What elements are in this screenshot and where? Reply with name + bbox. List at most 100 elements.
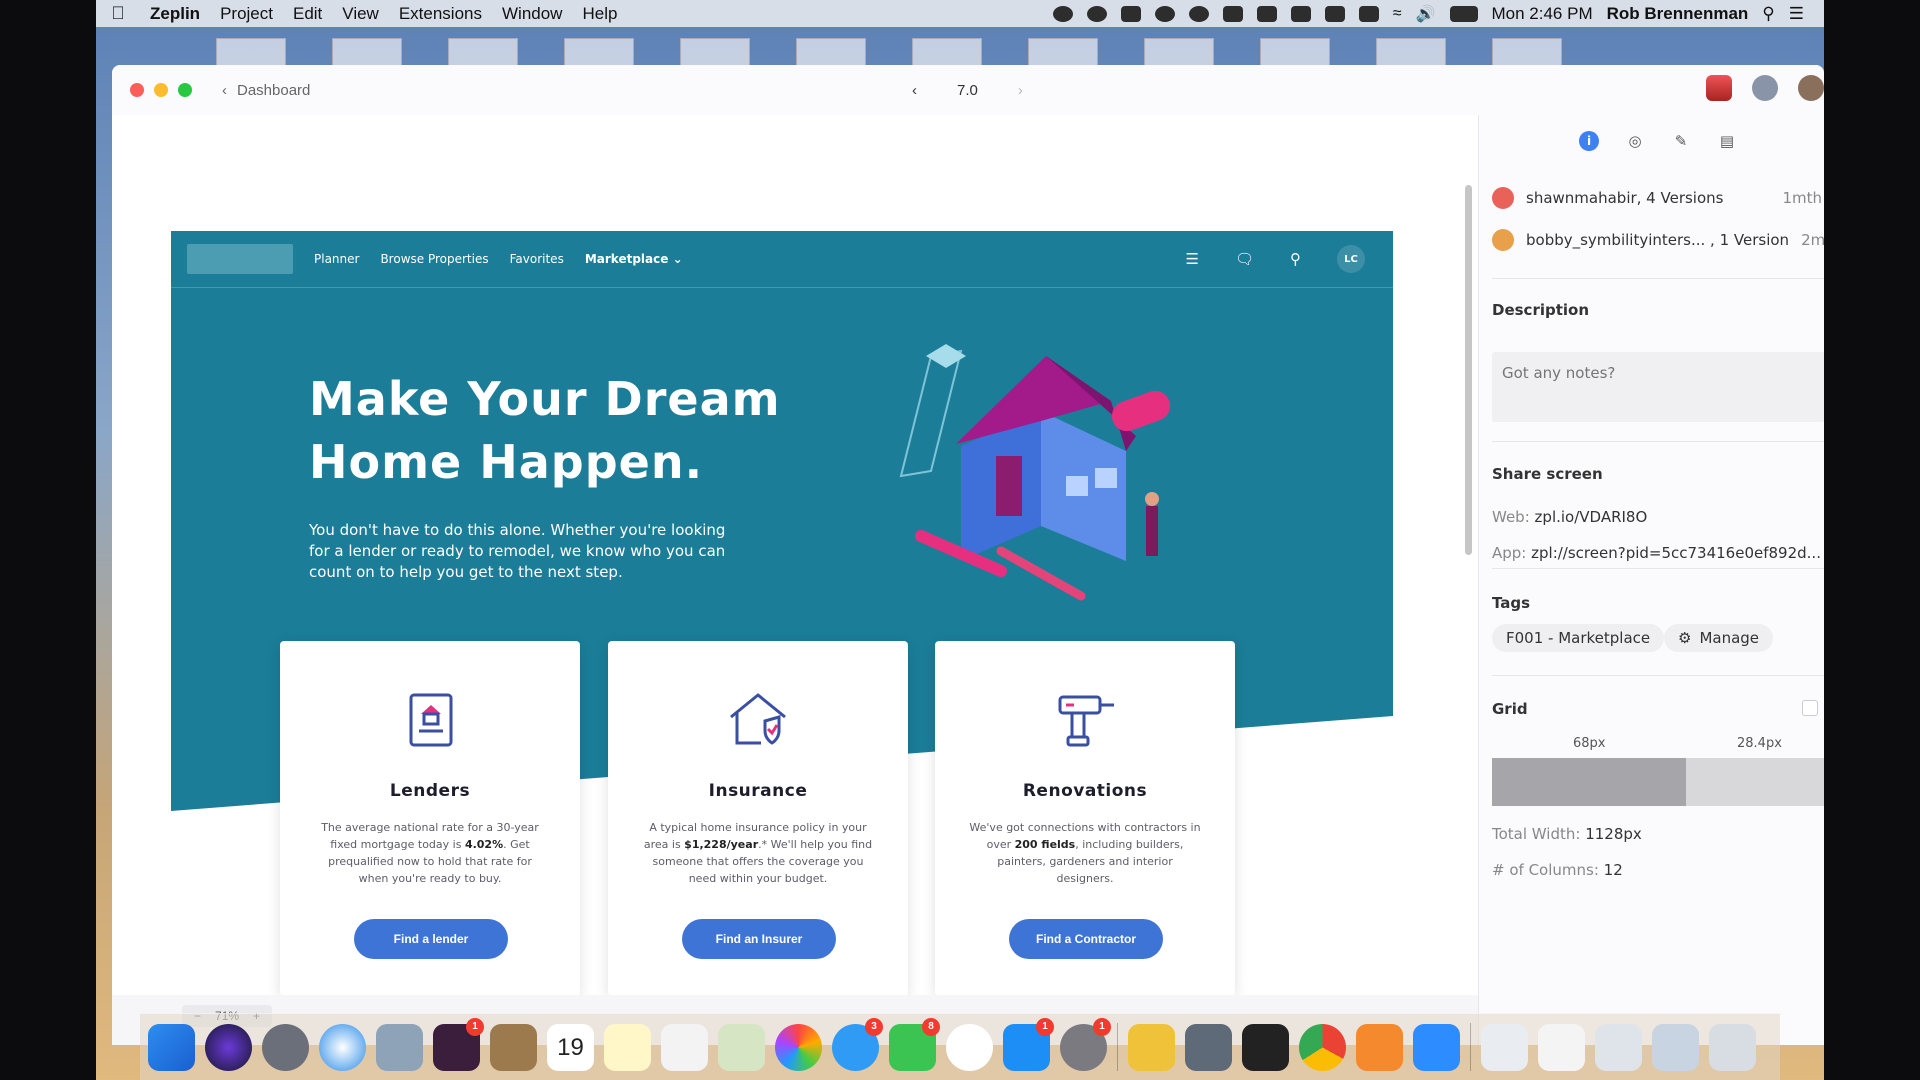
version-row[interactable]: bobby_symbilityinters... , 1 Version 2mt… (1492, 229, 1824, 251)
menu-help[interactable]: Help (572, 4, 627, 24)
reminders-icon[interactable] (661, 1023, 708, 1071)
thumbnail (1260, 38, 1330, 68)
share-web-link[interactable]: zpl.io/VDARI8O (1535, 508, 1648, 526)
previous-version-button[interactable]: ‹ (912, 82, 917, 99)
card-insurance: Insurance A typical home insurance polic… (608, 641, 908, 996)
user-name[interactable]: Rob Brennenman (1607, 4, 1749, 24)
share-web-row[interactable]: Web: zpl.io/VDARI8O (1492, 508, 1824, 526)
zeplin-app-icon[interactable] (1356, 1023, 1403, 1071)
finder-icon[interactable] (148, 1023, 195, 1071)
app-store-icon[interactable]: 1 (1003, 1017, 1054, 1071)
activity-icon[interactable] (1752, 75, 1778, 101)
menu-edit[interactable]: Edit (283, 4, 332, 24)
volume-icon[interactable]: 🔊 (1416, 4, 1436, 24)
canvas-scrollbar[interactable] (1465, 185, 1472, 555)
zoom-icon[interactable] (1413, 1023, 1460, 1071)
notes-app-icon[interactable] (604, 1023, 651, 1071)
safari-icon[interactable] (319, 1023, 366, 1071)
list-icon[interactable]: ☰ (1186, 250, 1199, 268)
zoom-window-button[interactable] (178, 83, 192, 97)
trash-icon[interactable] (1709, 1023, 1756, 1071)
night-shift-icon[interactable] (1086, 5, 1107, 22)
find-insurer-button[interactable]: Find an Insurer (682, 919, 836, 959)
styleguide-icon[interactable]: ◎ (1625, 131, 1645, 151)
notification-center-icon[interactable]: ☰ (1789, 4, 1804, 24)
avatar[interactable]: LC (1337, 245, 1365, 273)
columns-value: 12 (1603, 861, 1623, 879)
info-icon[interactable]: i (1579, 131, 1599, 151)
clock[interactable]: Mon 2:46 PM (1492, 4, 1593, 24)
nav-marketplace[interactable]: Marketplace ⌄ (585, 252, 683, 266)
messages-icon[interactable]: 3 (832, 1017, 883, 1071)
downloads-stack-icon[interactable] (1481, 1023, 1528, 1071)
figma-icon[interactable] (1185, 1023, 1232, 1071)
tag-chip[interactable]: F001 - Marketplace (1492, 624, 1665, 652)
share-app-row[interactable]: App: zpl://screen?pid=5cc73416e0ef892d..… (1492, 544, 1824, 562)
breadcrumb[interactable]: ‹ Dashboard (222, 82, 310, 99)
calendar-icon[interactable]: 19 (547, 1023, 594, 1071)
close-window-button[interactable] (130, 83, 144, 97)
find-contractor-button[interactable]: Find a Contractor (1009, 919, 1163, 959)
puzzle-icon[interactable] (1222, 5, 1243, 22)
notifications-icon[interactable] (1706, 75, 1732, 101)
siri-icon[interactable] (205, 1023, 252, 1071)
sketch-icon[interactable] (1128, 1023, 1175, 1071)
menu-view[interactable]: View (332, 4, 389, 24)
documents-stack-icon[interactable] (1538, 1023, 1585, 1071)
menu-window[interactable]: Window (492, 4, 572, 24)
keyboard-icon[interactable] (1358, 5, 1379, 22)
minimize-window-button[interactable] (154, 83, 168, 97)
airplay-icon[interactable] (1324, 5, 1345, 22)
breadcrumb-dashboard[interactable]: Dashboard (237, 82, 310, 99)
nav-favorites[interactable]: Favorites (510, 252, 564, 266)
preview-icon[interactable] (376, 1023, 423, 1071)
battery-icon[interactable] (1449, 5, 1478, 22)
dropbox-icon[interactable] (1120, 5, 1141, 22)
terminal-icon[interactable] (1242, 1023, 1289, 1071)
maps-icon[interactable] (718, 1023, 765, 1071)
manage-tags-button[interactable]: ⚙ Manage (1664, 624, 1774, 652)
artboard-marketplace[interactable]: Planner Browse Properties Favorites Mark… (171, 231, 1393, 1031)
creative-cloud-icon[interactable] (1154, 5, 1175, 22)
notes-field[interactable] (1492, 352, 1824, 422)
next-version-button[interactable]: › (1018, 82, 1023, 99)
slack-icon[interactable]: 1 (433, 1017, 484, 1071)
photos-icon[interactable] (775, 1023, 822, 1071)
folder-stack-icon[interactable] (1652, 1023, 1699, 1071)
comments-icon[interactable]: ▤ (1717, 131, 1737, 151)
design-canvas[interactable]: Planner Browse Properties Favorites Mark… (112, 115, 1478, 1045)
tags-title: Tags (1492, 594, 1531, 612)
facetime-icon[interactable]: 8 (889, 1017, 940, 1071)
nav-browse-properties[interactable]: Browse Properties (380, 252, 488, 266)
system-preferences-icon[interactable]: 1 (1060, 1017, 1111, 1071)
menu-app-name[interactable]: Zeplin (140, 4, 210, 24)
menu-extensions[interactable]: Extensions (389, 4, 492, 24)
chrome-icon[interactable] (1299, 1023, 1346, 1071)
wifi-icon[interactable]: ≈ (1393, 5, 1402, 23)
sync-icon[interactable] (1188, 5, 1209, 22)
nav-planner[interactable]: Planner (314, 252, 359, 266)
shield-lock-icon[interactable] (1290, 5, 1311, 22)
screenshot-stack-icon[interactable] (1595, 1023, 1642, 1071)
user-avatar[interactable] (1798, 75, 1824, 101)
shield-icon[interactable] (1256, 5, 1277, 22)
notebook-icon[interactable] (490, 1023, 537, 1071)
mortgage-document-icon (409, 693, 453, 747)
spotlight-search-icon[interactable]: ⚲ (1762, 4, 1774, 24)
search-icon[interactable]: ⚲ (1290, 250, 1301, 268)
apple-menu-icon[interactable]:  (96, 3, 140, 24)
music-icon[interactable] (946, 1023, 993, 1071)
screen-record-icon[interactable] (1052, 5, 1073, 22)
chat-icon[interactable]: 🗨 (1235, 250, 1254, 268)
pencil-icon[interactable]: ✎ (1671, 131, 1691, 151)
version-row[interactable]: shawnmahabir, 4 Versions 1mth (1492, 187, 1822, 209)
share-app-link[interactable]: zpl://screen?pid=5cc73416e0ef892d... (1531, 544, 1821, 562)
grid-toggle-checkbox[interactable] (1802, 700, 1818, 716)
find-lender-button[interactable]: Find a lender (354, 919, 508, 959)
launchpad-icon[interactable] (262, 1023, 309, 1071)
thumbnail (1144, 38, 1214, 68)
menu-project[interactable]: Project (210, 4, 283, 24)
hero-title-line1: Make Your Dream (309, 372, 781, 426)
card-title: Insurance (708, 781, 808, 801)
card-text-highlight: 4.02% (464, 838, 504, 851)
